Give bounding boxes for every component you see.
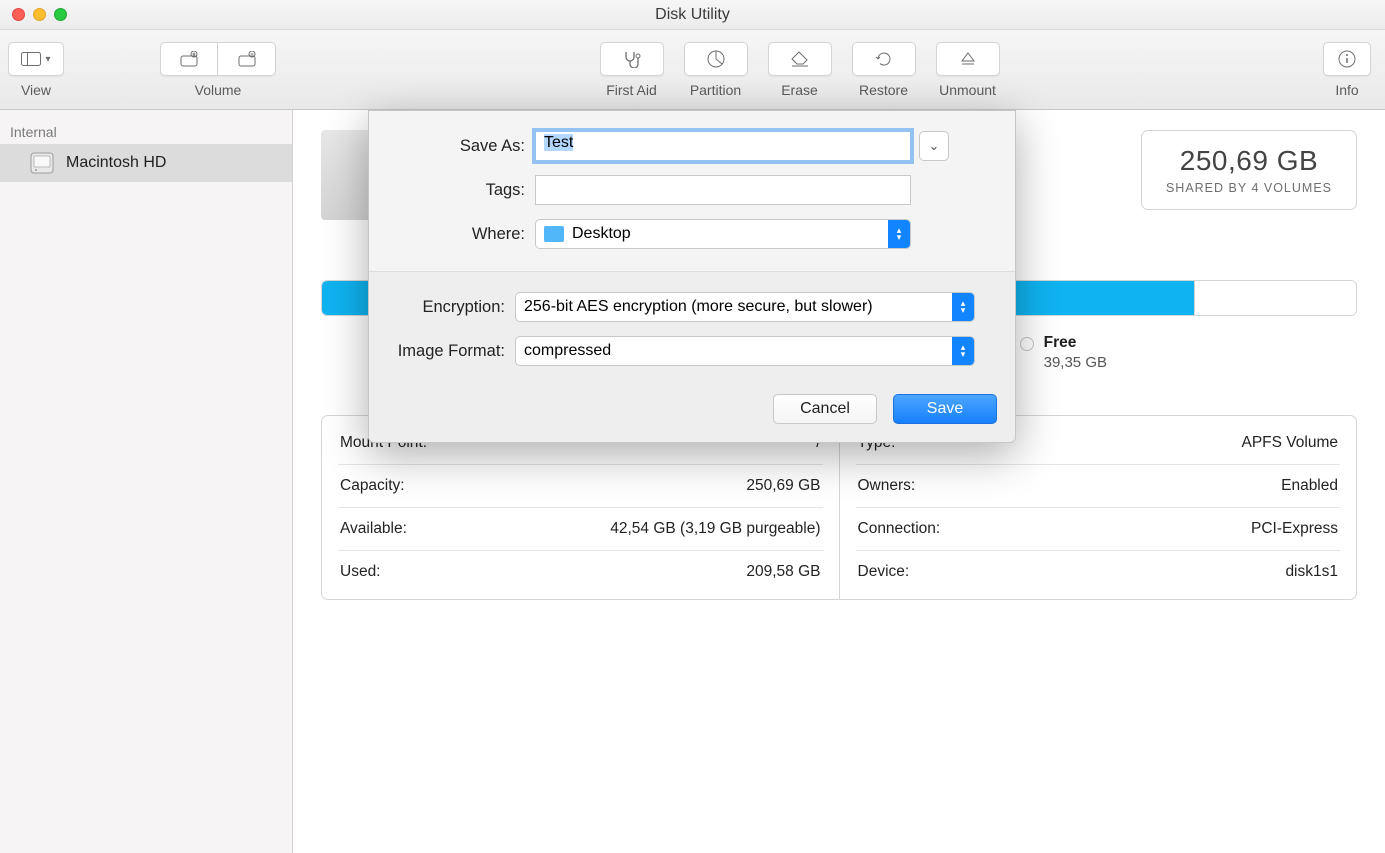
encryption-label: Encryption: xyxy=(395,298,515,317)
info-button[interactable] xyxy=(1323,42,1371,76)
where-label: Where: xyxy=(395,225,535,244)
save-sheet: Save As: Test ⌄ Tags: Where: Desktop Enc… xyxy=(368,110,1016,443)
save-as-label: Save As: xyxy=(395,137,535,156)
popup-arrows-icon xyxy=(952,337,974,365)
restore-button[interactable] xyxy=(852,42,916,76)
minimize-window-button[interactable] xyxy=(33,8,46,21)
zoom-window-button[interactable] xyxy=(54,8,67,21)
sidebar: Internal Macintosh HD xyxy=(0,110,293,853)
chevron-down-icon: ▾ xyxy=(45,54,50,65)
unmount-label: Unmount xyxy=(939,82,996,98)
encryption-value: 256-bit AES encryption (more secure, but… xyxy=(524,298,873,316)
eraser-icon xyxy=(790,51,810,67)
info-row-device: Device:disk1s1 xyxy=(856,551,1341,593)
pie-icon xyxy=(707,50,725,68)
volume-add-icon xyxy=(180,51,198,67)
legend-free-label: Free xyxy=(1044,334,1107,352)
view-label: View xyxy=(21,82,51,98)
expand-button[interactable]: ⌄ xyxy=(919,131,949,161)
title-bar: Disk Utility xyxy=(0,0,1385,30)
close-window-button[interactable] xyxy=(12,8,25,21)
tags-input[interactable] xyxy=(535,175,911,205)
volume-remove-icon xyxy=(238,51,256,67)
partition-button[interactable] xyxy=(684,42,748,76)
info-icon xyxy=(1338,50,1356,68)
folder-icon xyxy=(544,226,564,242)
view-button[interactable]: ▾ xyxy=(8,42,64,76)
hard-drive-icon xyxy=(28,149,56,177)
tags-label: Tags: xyxy=(395,181,535,200)
usage-bar-free xyxy=(1194,281,1356,315)
save-as-input[interactable]: Test xyxy=(535,131,911,161)
chevron-down-icon: ⌄ xyxy=(929,138,940,154)
info-row-connection: Connection:PCI-Express xyxy=(856,508,1341,551)
where-value: Desktop xyxy=(572,225,631,243)
restore-label: Restore xyxy=(859,82,908,98)
info-row-available: Available:42,54 GB (3,19 GB purgeable) xyxy=(338,508,823,551)
window-controls xyxy=(12,8,67,21)
sidebar-item-label: Macintosh HD xyxy=(66,154,166,172)
volume-remove-button[interactable] xyxy=(218,42,276,76)
unmount-button[interactable] xyxy=(936,42,1000,76)
erase-label: Erase xyxy=(781,82,818,98)
partition-label: Partition xyxy=(690,82,741,98)
image-format-label: Image Format: xyxy=(395,342,515,361)
volume-label: Volume xyxy=(195,82,242,98)
info-row-used: Used:209,58 GB xyxy=(338,551,823,593)
erase-button[interactable] xyxy=(768,42,832,76)
popup-arrows-icon xyxy=(888,220,910,248)
eject-icon xyxy=(960,51,976,67)
window-title: Disk Utility xyxy=(0,6,1385,24)
where-popup[interactable]: Desktop xyxy=(535,219,911,249)
image-format-popup[interactable]: compressed xyxy=(515,336,975,366)
stethoscope-icon xyxy=(622,50,642,68)
info-label: Info xyxy=(1335,82,1358,98)
sidebar-item-macintosh-hd[interactable]: Macintosh HD xyxy=(0,144,292,182)
info-row-capacity: Capacity:250,69 GB xyxy=(338,465,823,508)
legend-free-dot xyxy=(1020,337,1034,351)
image-format-value: compressed xyxy=(524,342,611,360)
sidebar-icon xyxy=(21,52,41,66)
volume-add-button[interactable] xyxy=(160,42,218,76)
capacity-subtitle: SHARED BY 4 VOLUMES xyxy=(1166,181,1332,195)
info-row-owners: Owners:Enabled xyxy=(856,465,1341,508)
restore-icon xyxy=(875,50,893,68)
legend-free-value: 39,35 GB xyxy=(1044,354,1107,371)
popup-arrows-icon xyxy=(952,293,974,321)
capacity-value: 250,69 GB xyxy=(1166,145,1332,177)
capacity-box: 250,69 GB SHARED BY 4 VOLUMES xyxy=(1141,130,1357,210)
encryption-popup[interactable]: 256-bit AES encryption (more secure, but… xyxy=(515,292,975,322)
cancel-button[interactable]: Cancel xyxy=(773,394,877,424)
sidebar-section-internal: Internal xyxy=(0,120,292,144)
save-button[interactable]: Save xyxy=(893,394,997,424)
toolbar: ▾ View Volume First Aid xyxy=(0,30,1385,110)
first-aid-button[interactable] xyxy=(600,42,664,76)
first-aid-label: First Aid xyxy=(606,82,657,98)
